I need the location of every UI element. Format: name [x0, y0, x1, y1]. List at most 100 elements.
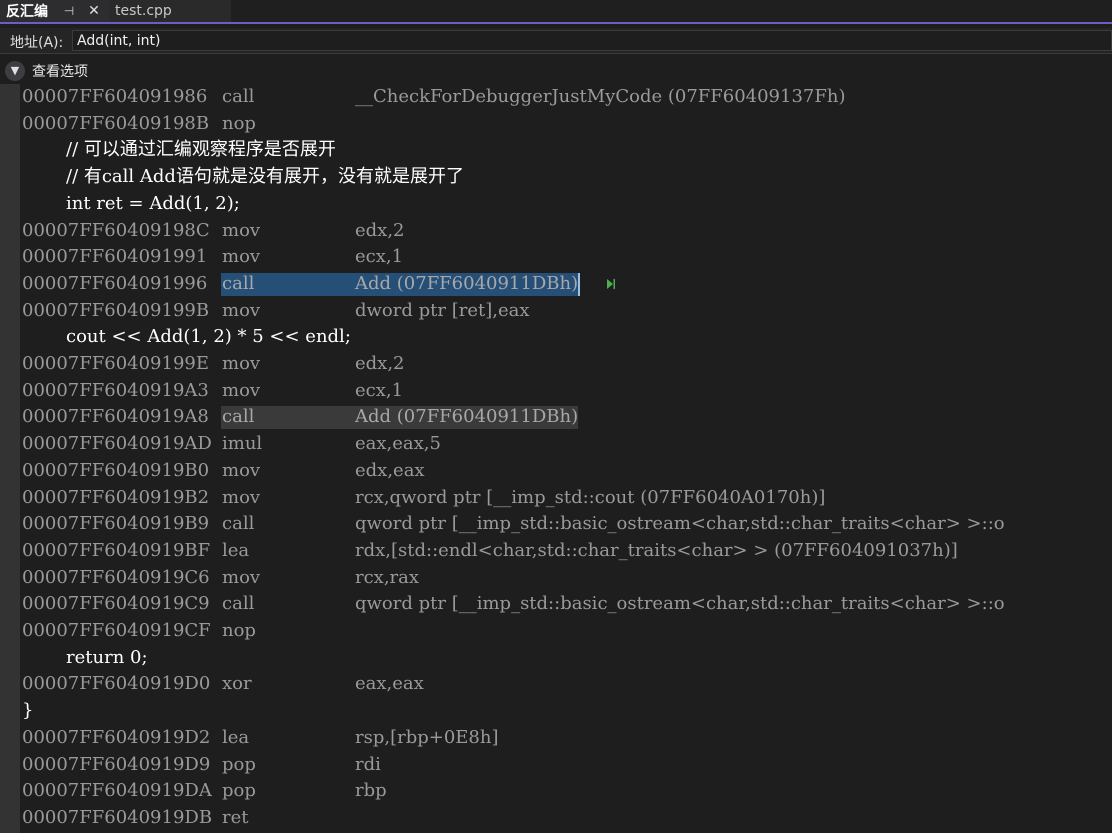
asm-line[interactable]: 00007FF6040919D0 xor eax,eax	[0, 671, 1112, 697]
asm-line[interactable]: 00007FF6040919D2 lea rsp,[rbp+0E8h]	[0, 725, 1112, 751]
run-to-cursor-icon[interactable]	[606, 278, 616, 290]
instruction-address: 00007FF6040919B0	[22, 459, 210, 481]
instruction-address: 00007FF6040919A3	[22, 379, 209, 401]
instruction-mnemonic: mov	[222, 219, 261, 241]
asm-line[interactable]: 00007FF604091996 call Add (07FF6040911DBh)	[0, 271, 1112, 297]
instruction-mnemonic: call	[222, 406, 255, 428]
asm-line[interactable]: 00007FF6040919C9 call qword ptr [__imp_std…	[0, 591, 1112, 617]
instruction-mnemonic: mov	[222, 353, 261, 374]
instruction-operand: dword ptr [ret],eax	[355, 299, 530, 321]
source-line[interactable]: }	[0, 698, 1112, 724]
chevron-down-icon[interactable]: ▼	[5, 61, 25, 81]
source-text: int ret = Add(1, 2);	[66, 192, 240, 214]
instruction-address: 00007FF60409199E	[22, 353, 209, 374]
asm-line[interactable]: 00007FF6040919B2 mov rcx,qword ptr [__imp_…	[0, 485, 1112, 511]
asm-line[interactable]: 00007FF6040919DB ret	[0, 805, 1112, 831]
asm-line[interactable]: 00007FF6040919DA pop rbp	[0, 778, 1112, 804]
tab-disassembly-label: 反汇编	[6, 4, 48, 20]
instruction-mnemonic: pop	[222, 753, 256, 775]
instruction-mnemonic: mov	[222, 379, 261, 401]
instruction-operand: edx,eax	[355, 459, 425, 481]
instruction-address: 00007FF6040919DA	[22, 780, 212, 802]
instruction-mnemonic: nop	[222, 620, 256, 641]
instruction-address: 00007FF6040919BF	[22, 539, 211, 561]
instruction-operand: rcx,qword ptr [__imp_std::cout (07FF6040…	[355, 486, 826, 508]
instruction-address: 00007FF6040919D0	[22, 673, 211, 695]
instruction-mnemonic: mov	[222, 299, 261, 321]
asm-line[interactable]: 00007FF6040919C6 mov rcx,rax	[0, 565, 1112, 591]
instruction-mnemonic: nop	[222, 112, 256, 134]
instruction-operand: rbp	[355, 780, 387, 802]
instruction-address: 00007FF6040919C6	[22, 566, 210, 588]
instruction-mnemonic: mov	[222, 486, 261, 508]
instruction-mnemonic: call	[222, 86, 255, 107]
instruction-operand: edx,2	[355, 353, 405, 374]
instruction-operand: rdx,[std::endl<char,std::char_traits<cha…	[355, 539, 958, 561]
tab-test-cpp-label: test.cpp	[115, 3, 172, 19]
instruction-mnemonic: call	[222, 593, 255, 615]
source-text: }	[22, 700, 34, 722]
asm-line[interactable]: 00007FF6040919A3 mov ecx,1	[0, 378, 1112, 404]
instruction-operand: qword ptr [__imp_std::basic_ostream<char…	[355, 513, 1005, 535]
asm-line[interactable]: 00007FF60409198C mov edx,2	[0, 218, 1112, 244]
asm-line[interactable]: 00007FF60409198B nop	[0, 111, 1112, 137]
source-line[interactable]: return 0;	[0, 645, 1112, 671]
source-line[interactable]: // 有call Add语句就是没有展开，没有就是展开了	[0, 164, 1112, 190]
asm-line[interactable]: 00007FF60409199E mov edx,2	[0, 351, 1112, 377]
source-text: return 0;	[66, 646, 148, 668]
instruction-address: 00007FF6040919D9	[22, 753, 211, 775]
instruction-address: 00007FF6040919B2	[22, 486, 210, 508]
source-text: cout << Add(1, 2) * 5 << endl;	[66, 326, 351, 348]
instruction-mnemonic: ret	[222, 806, 249, 828]
instruction-operand: ecx,1	[355, 246, 404, 268]
asm-line[interactable]: 00007FF6040919AD imul eax,eax,5	[0, 431, 1112, 457]
asm-line[interactable]: 00007FF604091986 call __CheckForDebuggerJu…	[0, 84, 1112, 110]
instruction-mnemonic: mov	[222, 246, 261, 268]
instruction-mnemonic: call	[222, 513, 255, 535]
instruction-mnemonic: pop	[222, 780, 256, 802]
instruction-address: 00007FF6040919B9	[22, 513, 210, 535]
instruction-mnemonic: lea	[222, 726, 250, 748]
asm-line[interactable]: 00007FF604091991 mov ecx,1	[0, 244, 1112, 270]
instruction-address: 00007FF6040919DB	[22, 806, 213, 828]
source-text: // 可以通过汇编观察程序是否展开	[66, 139, 336, 161]
instruction-operand: edx,2	[355, 219, 405, 241]
instruction-operand: rdi	[355, 753, 381, 775]
asm-line[interactable]: 00007FF6040919D9 pop rdi	[0, 752, 1112, 778]
instruction-mnemonic: imul	[222, 433, 263, 455]
instruction-operand: rsp,[rbp+0E8h]	[355, 726, 499, 748]
asm-line[interactable]: 00007FF6040919B0 mov edx,eax	[0, 458, 1112, 484]
address-bar: 地址(A):	[0, 28, 1112, 54]
instruction-address: 00007FF60409198C	[22, 219, 210, 241]
instruction-operand: Add (07FF6040911DBh)	[355, 272, 579, 294]
view-options-label: 查看选项	[32, 64, 88, 80]
source-text: // 有call Add语句就是没有展开，没有就是展开了	[66, 166, 464, 188]
source-line[interactable]: // 可以通过汇编观察程序是否展开	[0, 137, 1112, 163]
instruction-address: 00007FF6040919AD	[22, 433, 212, 455]
asm-line[interactable]: 00007FF6040919CF nop	[0, 618, 1112, 644]
instruction-address: 00007FF604091986	[22, 86, 208, 107]
instruction-operand: rcx,rax	[355, 566, 420, 588]
instruction-address: 00007FF604091991	[22, 246, 208, 268]
tab-disassembly[interactable]: 反汇编 ⊣ ✕	[0, 0, 109, 22]
tab-test-cpp[interactable]: test.cpp	[109, 0, 231, 22]
asm-line[interactable]: 00007FF6040919BF lea rdx,[std::endl<char,s…	[0, 538, 1112, 564]
instruction-mnemonic: call	[222, 272, 255, 294]
instruction-operand: eax,eax,5	[355, 433, 441, 455]
document-tab-strip: 反汇编 ⊣ ✕ test.cpp	[0, 0, 1112, 24]
instruction-operand: qword ptr [__imp_std::basic_ostream<char…	[355, 593, 1005, 615]
instruction-address: 00007FF6040919C9	[22, 593, 210, 615]
address-input[interactable]	[72, 30, 1112, 51]
instruction-address: 00007FF60409199B	[22, 299, 210, 321]
asm-line[interactable]: 00007FF6040919B9 call qword ptr [__imp_std…	[0, 511, 1112, 537]
source-line[interactable]: int ret = Add(1, 2);	[0, 191, 1112, 217]
view-options[interactable]: ▼ 查看选项	[0, 58, 300, 82]
instruction-address: 00007FF6040919CF	[22, 620, 211, 641]
instruction-address: 00007FF60409198B	[22, 112, 210, 134]
close-icon[interactable]: ✕	[86, 2, 102, 20]
disassembly-view[interactable]: 00007FF604091986 call __CheckForDebuggerJu…	[0, 84, 1112, 833]
asm-line[interactable]: 00007FF6040919A8 call Add (07FF6040911DBh)	[0, 404, 1112, 430]
asm-line[interactable]: 00007FF60409199B mov dword ptr [ret],eax	[0, 298, 1112, 324]
pin-icon[interactable]: ⊣	[62, 3, 76, 19]
source-line[interactable]: cout << Add(1, 2) * 5 << endl;	[0, 324, 1112, 350]
